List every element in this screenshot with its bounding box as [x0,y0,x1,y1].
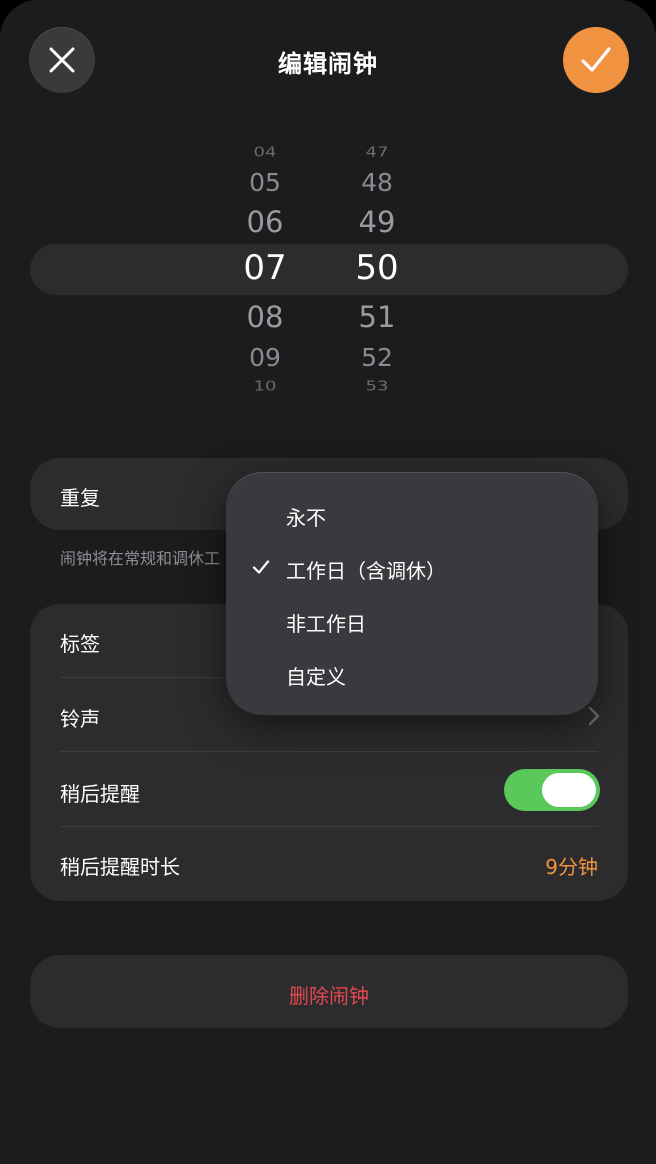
minute-option[interactable]: 47 [327,146,427,157]
label-row-label: 标签 [60,632,100,656]
edit-alarm-sheet: 编辑闹钟 04 05 06 07 08 09 10 47 48 49 50 51 52 53 重复 闹钟… [0,0,656,1164]
minute-option[interactable]: 51 [327,303,427,332]
repeat-option-non-workdays[interactable]: 非工作日 [226,595,598,645]
snooze-duration-value[interactable]: 9分钟 [545,851,598,880]
hour-option[interactable]: 09 [215,345,315,370]
hour-option[interactable]: 10 [215,380,315,391]
delete-alarm-label: 删除闹钟 [289,984,369,1008]
repeat-option-never[interactable]: 永不 [226,490,598,540]
minute-option[interactable]: 48 [327,170,427,195]
repeat-hint: 闹钟将在常规和调休工 [60,549,221,568]
hour-selected[interactable]: 07 [215,251,315,285]
confirm-button[interactable] [563,27,629,93]
minute-wheel[interactable]: 47 48 49 50 51 52 53 [327,130,427,405]
repeat-menu: 永不 工作日（含调休） 非工作日 自定义 [226,472,598,715]
chevron-right-icon [588,706,600,726]
repeat-option-label: 永不 [286,506,326,530]
minute-option[interactable]: 53 [327,380,427,391]
minute-option[interactable]: 49 [327,208,427,237]
repeat-option-label: 非工作日 [286,612,366,636]
checkmark-icon [252,560,270,574]
hour-option[interactable]: 04 [215,146,315,157]
page-title: 编辑闹钟 [278,50,378,78]
delete-alarm-button[interactable]: 删除闹钟 [30,955,628,1028]
repeat-option-label: 自定义 [286,665,346,689]
minute-option[interactable]: 52 [327,345,427,370]
snooze-toggle[interactable] [504,769,600,811]
hour-wheel[interactable]: 04 05 06 07 08 09 10 [215,130,315,405]
hour-option[interactable]: 08 [215,303,315,332]
repeat-label: 重复 [60,486,100,510]
hour-option[interactable]: 06 [215,208,315,237]
ringtone-label: 铃声 [60,707,100,731]
checkmark-icon [581,47,611,72]
minute-selected[interactable]: 50 [327,251,427,285]
repeat-option-custom[interactable]: 自定义 [226,648,598,698]
snooze-label: 稍后提醒 [60,782,140,806]
repeat-option-workdays[interactable]: 工作日（含调休） [226,542,598,592]
hour-option[interactable]: 05 [215,170,315,195]
snooze-duration-label: 稍后提醒时长 [60,855,180,879]
repeat-option-label: 工作日（含调休） [286,559,446,583]
toggle-knob [542,773,596,807]
snooze-duration-row[interactable]: 稍后提醒时长 [30,827,628,901]
